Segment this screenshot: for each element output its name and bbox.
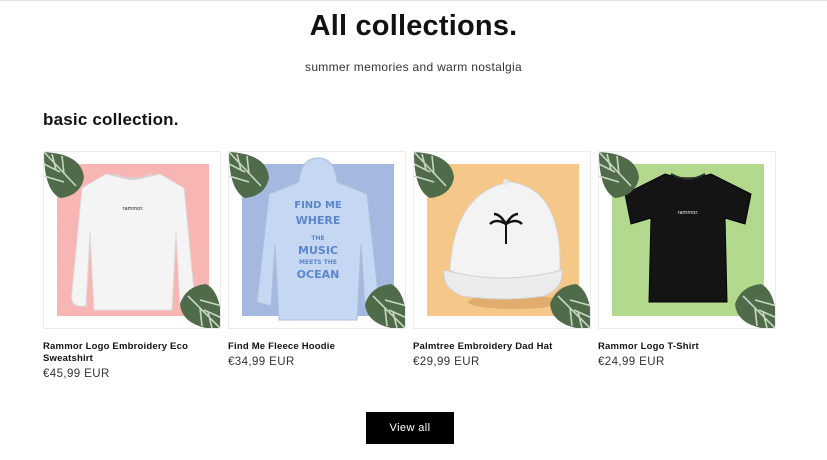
svg-text:OCEAN: OCEAN [297,268,340,281]
product-image[interactable]: rammor. [43,151,221,329]
product-price: €34,99 EUR [228,356,295,368]
product-price: €45,99 EUR [43,368,110,380]
svg-text:WHERE: WHERE [296,214,341,227]
product-price: €29,99 EUR [413,356,480,368]
product-card[interactable]: rammor. Rammor Logo Embroidery Eco Sweat… [43,151,221,380]
view-all-button[interactable]: View all [366,412,454,444]
monstera-leaf-icon [44,152,84,198]
print-text: rammor. [677,210,699,216]
product-title[interactable]: Palmtree Embroidery Dad Hat [413,341,591,353]
monstera-leaf-icon [735,284,775,328]
product-card[interactable]: FIND ME WHERE THE MUSIC MEETS THE OCEAN … [228,151,406,368]
svg-text:MUSIC: MUSIC [298,244,338,257]
section-heading: basic collection. [43,110,179,129]
product-image[interactable] [413,151,591,329]
product-title[interactable]: Rammor Logo T-Shirt [598,341,776,353]
svg-text:THE: THE [311,235,324,242]
print-text: rammor. [122,206,144,212]
product-image[interactable]: rammor. [598,151,776,329]
svg-text:MEETS THE: MEETS THE [299,259,337,266]
monstera-leaf-icon [180,284,220,328]
product-card[interactable]: Palmtree Embroidery Dad Hat €29,99 EUR [413,151,591,368]
product-title[interactable]: Rammor Logo Embroidery Eco Sweatshirt [43,341,221,365]
monstera-leaf-icon [229,152,269,198]
monstera-leaf-icon [550,284,590,328]
top-divider [0,0,827,1]
monstera-leaf-icon [599,152,639,198]
product-title[interactable]: Find Me Fleece Hoodie [228,341,406,353]
page-title: All collections. [309,10,518,42]
product-card[interactable]: rammor. Rammor Logo T-Shirt €24,99 EUR [598,151,776,368]
monstera-leaf-icon [365,284,405,328]
print-text-line1: FIND ME [294,200,342,211]
monstera-leaf-icon [414,152,454,198]
product-grid: rammor. Rammor Logo Embroidery Eco Sweat… [43,151,777,391]
product-image[interactable]: FIND ME WHERE THE MUSIC MEETS THE OCEAN [228,151,406,329]
product-price: €24,99 EUR [598,356,665,368]
page-subtitle: summer memories and warm nostalgia [305,60,522,74]
